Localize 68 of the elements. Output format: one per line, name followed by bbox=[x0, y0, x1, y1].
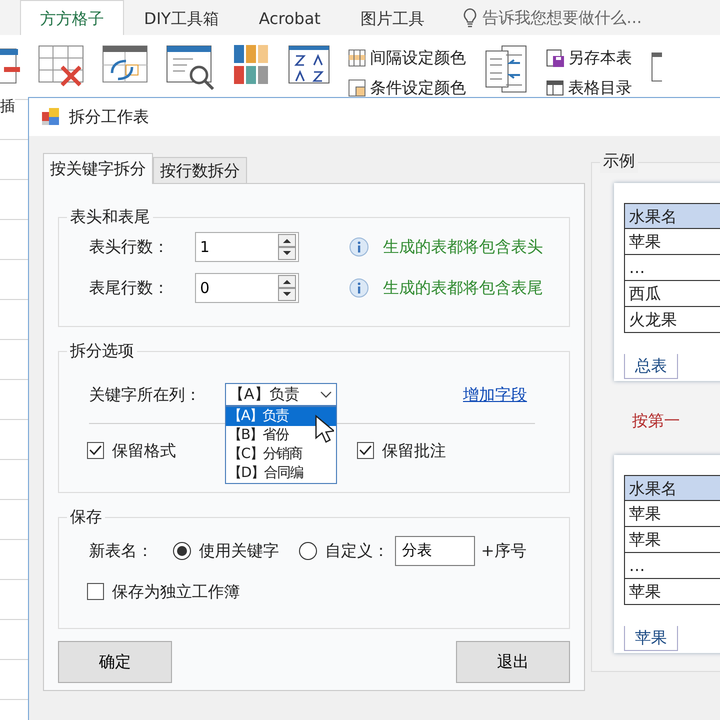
field-label: 关键字所在列： bbox=[89, 384, 202, 406]
window-title: 拆分工作表 bbox=[69, 106, 149, 128]
radio-label: 使用关键字 bbox=[199, 540, 279, 562]
checkbox[interactable] bbox=[87, 583, 104, 600]
add-field-link[interactable]: 增加字段 bbox=[463, 382, 527, 406]
dropdown-option[interactable]: 【B】省份 bbox=[226, 426, 336, 445]
table-delete-icon[interactable] bbox=[38, 45, 84, 87]
text-field[interactable]: 分表 bbox=[395, 536, 475, 566]
save-icon[interactable] bbox=[546, 49, 564, 67]
checkbox-label: 保留批注 bbox=[382, 440, 446, 462]
sheet-tab[interactable]: 总表 bbox=[624, 354, 678, 379]
radio-label: 自定义： bbox=[325, 540, 389, 562]
list-arrows-icon[interactable] bbox=[484, 45, 528, 93]
info-icon bbox=[349, 236, 369, 256]
table-cell: … bbox=[624, 553, 720, 579]
ribbon-tab[interactable]: 方方格子 bbox=[20, 0, 124, 35]
radio-button[interactable] bbox=[299, 542, 317, 560]
check-icon bbox=[359, 445, 372, 456]
app-icon bbox=[41, 107, 61, 127]
command-label[interactable]: 间隔设定颜色 bbox=[370, 46, 466, 70]
sheet-tab[interactable]: 苹果 bbox=[624, 626, 678, 651]
table-cell: 苹果 bbox=[624, 501, 720, 527]
radio-button[interactable] bbox=[173, 542, 191, 560]
checkbox[interactable] bbox=[87, 442, 104, 459]
command-label[interactable]: 表格目录 bbox=[568, 76, 632, 99]
table-cell: 水果名 bbox=[624, 203, 720, 229]
suffix-label: +序号 bbox=[481, 540, 526, 562]
tab[interactable]: 按行数拆分 bbox=[153, 157, 247, 183]
dropdown-value: 【A】负责 bbox=[229, 384, 300, 406]
caption-text: 按第一 bbox=[632, 410, 682, 432]
grid-icon[interactable] bbox=[348, 49, 366, 67]
table-cell: 火龙果 bbox=[624, 307, 720, 333]
color-grid-icon[interactable] bbox=[234, 45, 270, 85]
table-search-icon[interactable] bbox=[166, 45, 216, 91]
table-cell: 水果名 bbox=[624, 475, 720, 501]
checkbox-label: 保存为独立工作簿 bbox=[112, 580, 240, 602]
dialog-button[interactable]: 退出 bbox=[456, 641, 570, 683]
table-cell: 苹果 bbox=[624, 229, 720, 255]
hint-text: 生成的表都将包含表头 bbox=[383, 236, 543, 258]
lightbulb-icon bbox=[462, 8, 477, 28]
dropdown-option[interactable]: 【C】分销商 bbox=[226, 445, 336, 464]
dropdown-option[interactable]: 【D】合同编 bbox=[226, 464, 336, 483]
ribbon-tab[interactable]: DIY工具箱 bbox=[124, 0, 239, 35]
field-label: 表头行数： bbox=[89, 236, 170, 258]
info-icon bbox=[349, 278, 369, 298]
check-icon bbox=[89, 445, 102, 456]
sort-icon[interactable] bbox=[288, 45, 330, 85]
checkbox-label: 保留格式 bbox=[112, 440, 176, 462]
cursor-icon bbox=[314, 414, 334, 444]
dropdown-option[interactable]: 【A】负责 bbox=[226, 407, 336, 426]
checkbox[interactable] bbox=[357, 442, 374, 459]
hint-text: 生成的表都将包含表尾 bbox=[383, 276, 543, 298]
table-cell: … bbox=[624, 255, 720, 281]
command-label[interactable]: 条件设定颜色 bbox=[370, 76, 466, 99]
search-hint[interactable]: 告诉我您想要做什么... bbox=[482, 6, 642, 30]
ribbon-tab[interactable]: Acrobat bbox=[238, 0, 341, 35]
command-label[interactable]: 另存本表 bbox=[568, 46, 632, 70]
table-cell: 苹果 bbox=[624, 579, 720, 605]
field-label: 新表名： bbox=[89, 540, 154, 562]
spinner-arrows-icon[interactable] bbox=[278, 234, 296, 260]
dialog-button[interactable]: 确定 bbox=[58, 641, 172, 683]
tab[interactable]: 按关键字拆分 bbox=[43, 153, 153, 184]
field-label: 表尾行数： bbox=[89, 276, 170, 298]
spinner-arrows-icon[interactable] bbox=[278, 274, 296, 300]
table-cell: 苹果 bbox=[624, 527, 720, 553]
table-cell: 西瓜 bbox=[624, 281, 720, 307]
ribbon-tab[interactable]: 图片工具 bbox=[340, 0, 445, 35]
caret-icon bbox=[320, 390, 332, 398]
